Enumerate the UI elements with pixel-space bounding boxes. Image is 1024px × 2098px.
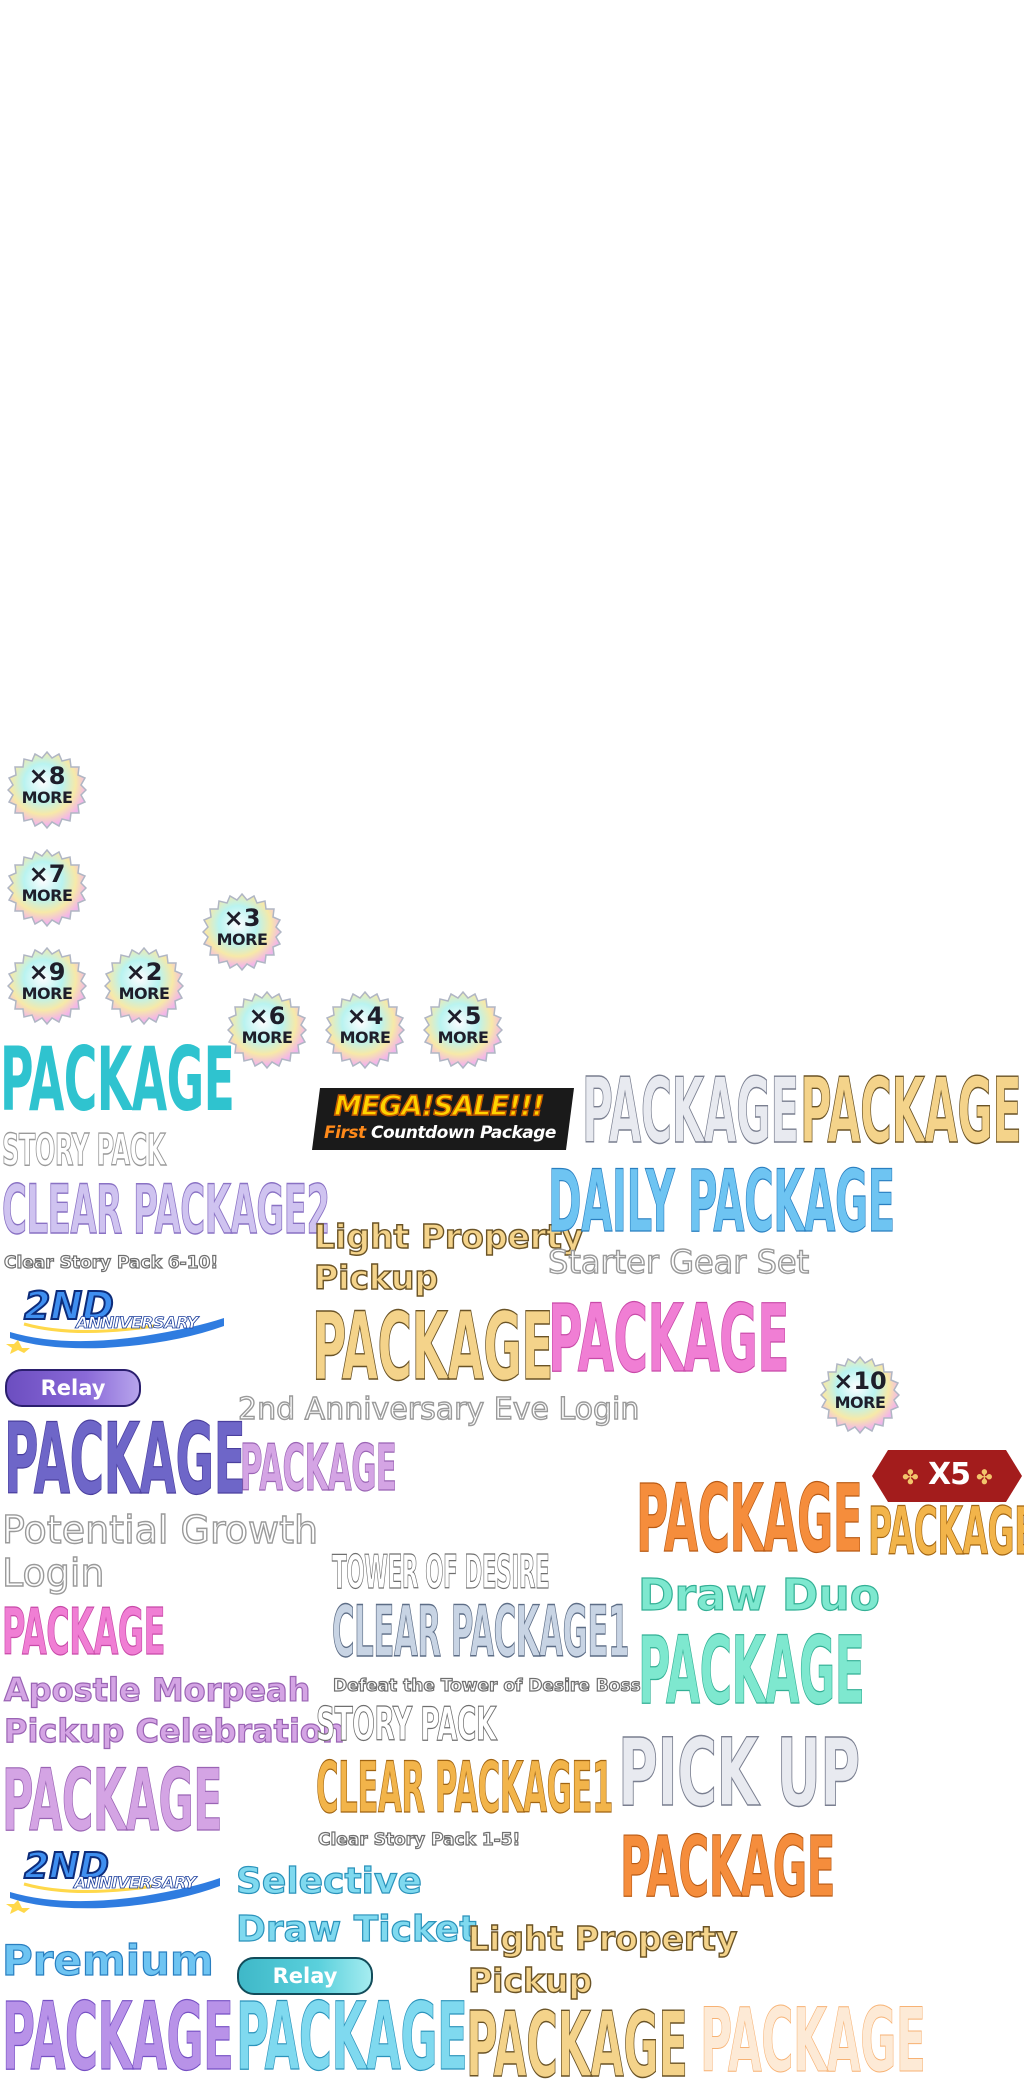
badge-more-label: MORE [216, 930, 268, 949]
countdown-package-words: Countdown Package [371, 1123, 556, 1143]
badge-multiplier: ×10 [833, 1367, 887, 1395]
x5-text: X5 [928, 1457, 971, 1492]
more-badge-x9: ×9 MORE [7, 946, 87, 1026]
package-orange-label: PACKAGE [636, 1465, 864, 1574]
more-badge-x3: ×3 MORE [202, 892, 282, 972]
pick-up-label: PICK UP [618, 1719, 861, 1828]
package-lilac-big-label: PACKAGE [2, 1751, 223, 1851]
package-mint-label: PACKAGE [638, 1617, 866, 1726]
more-badge-x6: ×6 MORE [227, 990, 307, 1070]
draw-ticket-label: Draw Ticket [235, 1909, 477, 1950]
apostle-label-line2: Pickup Celebration [3, 1712, 345, 1750]
badge-multiplier: ×8 [28, 762, 66, 790]
package-pink-small-label: PACKAGE [2, 1596, 166, 1670]
badge-multiplier: ×7 [28, 860, 66, 888]
badge-multiplier: ×3 [223, 904, 261, 932]
anniversary-word: ANNIVERSARY [74, 1873, 197, 1892]
daily-package-label: DAILY PACKAGE [548, 1152, 896, 1252]
package-purple-label: PACKAGE [2, 1983, 234, 2092]
first-countdown-text: First Countdown Package [324, 1122, 556, 1144]
more-badge-x7: ×7 MORE [7, 848, 87, 928]
login-label: Login [1, 1551, 105, 1595]
fleur-icon: ✤ [976, 1465, 993, 1489]
draw-duo-label: Draw Duo [637, 1570, 880, 1621]
clear-story-1-5-caption: Clear Story Pack 1-5! [317, 1829, 521, 1850]
package-teal-label: PACKAGE [0, 1028, 235, 1131]
package-cream-top-label: PACKAGE [800, 1059, 1023, 1164]
package-silver-label: PACKAGE [582, 1059, 800, 1164]
more-badge-x4: ×4 MORE [325, 990, 405, 1070]
package-cyan-label: PACKAGE [236, 1983, 468, 2092]
badge-multiplier: ×6 [248, 1002, 286, 1030]
package-violet-label: PACKAGE [4, 1403, 246, 1517]
package-lilac-small-label: PACKAGE [240, 1432, 397, 1506]
badge-multiplier: ×2 [125, 958, 163, 986]
apostle-label-line1: Apostle Morpeah [3, 1671, 311, 1709]
relay-badge-a: Relay [5, 1369, 141, 1407]
badge-more-label: MORE [339, 1028, 391, 1047]
premium-label: Premium [1, 1936, 214, 1985]
badge-more-label: MORE [118, 984, 170, 1003]
badge-multiplier: ×4 [346, 1002, 384, 1030]
clear-package1-a-label: CLEAR PACKAGE1 [332, 1591, 630, 1673]
badge-more-label: MORE [834, 1393, 886, 1412]
badge-more-label: MORE [241, 1028, 293, 1047]
badge-more-label: MORE [21, 984, 73, 1003]
first-word: First [324, 1123, 366, 1143]
story-pack-heading-b: STORY PACK [316, 1697, 497, 1751]
anniversary-word: ANNIVERSARY [76, 1313, 199, 1332]
package-orange2-label: PACKAGE [620, 1818, 836, 1916]
more-badge-x8: ×8 MORE [7, 750, 87, 830]
badge-multiplier: ×5 [444, 1002, 482, 1030]
fleur-icon: ✤ [902, 1465, 919, 1489]
light-property-a-line1: Light Property [313, 1217, 584, 1256]
defeat-tower-caption: Defeat the Tower of Desire Boss! [332, 1675, 649, 1696]
badge-more-label: MORE [21, 788, 73, 807]
starter-gear-set-label: Starter Gear Set [547, 1243, 810, 1281]
package-cream-mid-label: PACKAGE [312, 1293, 554, 1402]
light-property-a-line2: Pickup [313, 1258, 439, 1297]
mega-sale-banner: MEGA!SALE!!! First Countdown Package [312, 1088, 574, 1150]
anniversary-logo-a: 2ND ANNIVERSARY [4, 1285, 228, 1354]
package-peach-label: PACKAGE [700, 1989, 926, 2092]
more-badge-x2: ×2 MORE [104, 946, 184, 1026]
anniversary-logo-b: 2ND ANNIVERSARY [4, 1847, 224, 1914]
light-property-b-line1: Light Property [467, 1919, 738, 1958]
more-badge-x10: ×10 MORE [820, 1355, 900, 1435]
story-pack-heading-a: STORY PACK [2, 1125, 166, 1176]
potential-growth-label: Potential Growth [1, 1508, 319, 1552]
package-gold-small-label: PACKAGE [868, 1493, 1024, 1570]
package-cream-bottom-label: PACKAGE [466, 1993, 689, 2098]
badge-multiplier: ×9 [28, 958, 66, 986]
clear-package2-label: CLEAR PACKAGE2 [2, 1171, 331, 1250]
clear-package1-b-label: CLEAR PACKAGE1 [316, 1747, 614, 1829]
badge-more-label: MORE [437, 1028, 489, 1047]
badge-more-label: MORE [21, 886, 73, 905]
relay-badge-label: Relay [40, 1376, 106, 1400]
selective-label: Selective [235, 1861, 422, 1902]
mega-sale-text: MEGA!SALE!!! [333, 1089, 545, 1123]
clear-story-6-10-caption: Clear Story Pack 6-10! [3, 1252, 219, 1273]
more-badge-x5: ×5 MORE [423, 990, 503, 1070]
tower-of-desire-heading: TOWER OF DESIRE [332, 1545, 550, 1599]
package-pink-label: PACKAGE [548, 1285, 790, 1394]
